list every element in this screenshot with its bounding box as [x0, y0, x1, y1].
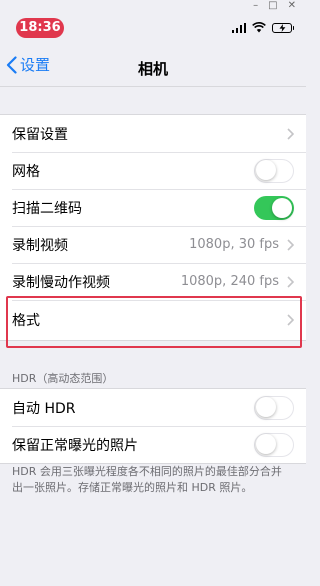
row-scan-qr-code: 扫描二维码 — [0, 189, 306, 226]
status-icons — [231, 22, 294, 33]
hdr-footer-note: HDR 会用三张曝光程度各不相同的照片的最佳部分合并出一张照片。存储正常曝光的照… — [12, 465, 282, 494]
wifi-icon — [252, 22, 266, 33]
page-title: 相机 — [137, 60, 168, 78]
status-time: 18:36 — [16, 18, 64, 38]
row-label: 格式 — [12, 313, 40, 329]
nav-bar: 设置 相机 — [0, 48, 306, 84]
row-label: 保留设置 — [12, 126, 68, 143]
row-keep-normal-photo: 保留正常曝光的照片 — [0, 426, 306, 463]
row-record-video[interactable]: 录制视频 1080p, 30 fps — [0, 226, 306, 263]
signal-icon — [231, 22, 246, 33]
scan-qr-toggle[interactable] — [254, 195, 294, 220]
chevron-right-icon — [287, 314, 294, 326]
row-label: 自动 HDR — [12, 400, 76, 417]
grid-toggle[interactable] — [254, 158, 294, 183]
status-bar: 18:36 — [0, 14, 306, 42]
window-controls: – □ ✕ — [0, 0, 306, 14]
hdr-settings-group: 自动 HDR 保留正常曝光的照片 — [0, 388, 306, 464]
row-label: 录制慢动作视频 — [12, 274, 110, 291]
auto-hdr-toggle[interactable] — [254, 395, 294, 420]
row-auto-hdr: 自动 HDR — [0, 389, 306, 426]
chevron-right-icon — [287, 238, 294, 251]
row-record-slo-mo[interactable]: 录制慢动作视频 1080p, 240 fps — [0, 263, 306, 300]
battery-charging-icon — [272, 22, 294, 33]
hdr-section-header: HDR（高动态范围） — [12, 372, 114, 385]
nav-divider — [0, 86, 306, 87]
row-label: 扫描二维码 — [12, 200, 82, 217]
row-label: 保留正常曝光的照片 — [12, 437, 138, 454]
close-icon[interactable]: ✕ — [288, 0, 296, 14]
camera-settings-group: 保留设置 网格 扫描二维码 录制视频 1080p, 30 fps 录制慢动作视频… — [0, 114, 306, 341]
row-formats[interactable]: 格式 — [0, 300, 306, 340]
row-grid: 网格 — [0, 152, 306, 189]
row-value: 1080p, 240 fps — [180, 274, 279, 289]
chevron-right-icon — [287, 275, 294, 288]
chevron-right-icon — [287, 127, 294, 140]
row-value: 1080p, 30 fps — [189, 237, 279, 252]
maximize-icon[interactable]: □ — [268, 0, 277, 14]
row-preserve-settings[interactable]: 保留设置 — [0, 115, 306, 152]
row-label: 网格 — [12, 163, 40, 180]
row-label: 录制视频 — [12, 237, 68, 254]
minimize-icon[interactable]: – — [253, 0, 258, 14]
keep-normal-photo-toggle[interactable] — [254, 432, 294, 457]
